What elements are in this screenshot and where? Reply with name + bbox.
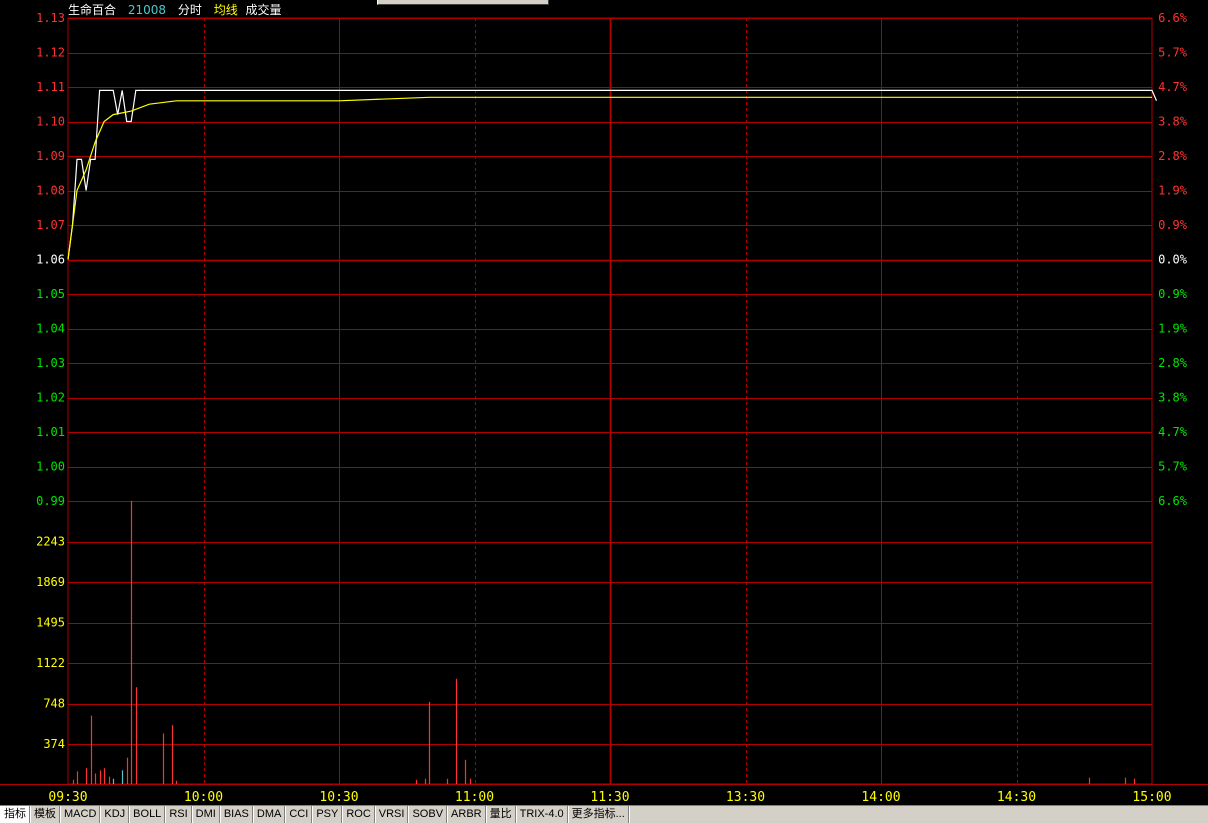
chart-header: 生命百合 21008 分时 均线 成交量 <box>68 3 290 17</box>
tab-12[interactable]: VRSI <box>374 806 409 823</box>
percent-axis-label: 0.0% <box>1158 253 1188 267</box>
tab-13[interactable]: SOBV <box>408 806 448 823</box>
price-axis-label: 1.12 <box>36 46 65 60</box>
percent-axis-label: 4.7% <box>1158 80 1188 94</box>
tab-7[interactable]: BIAS <box>219 806 253 823</box>
tab-11[interactable]: ROC <box>342 806 375 823</box>
tab-10[interactable]: PSY <box>312 806 343 823</box>
tab-0[interactable]: 指标 <box>0 806 30 823</box>
tab-3[interactable]: KDJ <box>100 806 130 823</box>
volume-axis-label: 374 <box>43 737 65 751</box>
stock-name: 生命百合 <box>68 3 117 17</box>
volume-axis-label: 1869 <box>36 575 65 589</box>
time-axis-label: 10:30 <box>319 790 358 805</box>
price-axis-label: 1.06 <box>36 253 65 267</box>
price-axis-label: 1.08 <box>36 184 65 198</box>
time-axis-label: 11:30 <box>590 790 629 805</box>
price-axis-label: 1.09 <box>36 149 65 163</box>
price-axis-label: 1.00 <box>36 460 65 474</box>
time-axis-label: 11:00 <box>455 790 494 805</box>
tab-5[interactable]: RSI <box>165 806 192 823</box>
volume-axis-label: 1495 <box>36 616 65 630</box>
percent-axis-label: 6.6% <box>1158 494 1188 508</box>
time-axis-label: 13:30 <box>726 790 765 805</box>
intraday-chart-window: 1.13 1.12 1.11 1.10 1.09 1.08 1.07 1.06 1.05 1.04… <box>0 0 1208 823</box>
percent-axis-label: 1.9% <box>1158 322 1188 336</box>
tab-1[interactable]: 模板 <box>30 806 60 823</box>
tab-15[interactable]: 量比 <box>485 806 516 823</box>
price-axis-label: 1.05 <box>36 287 65 301</box>
percent-axis-label: 0.9% <box>1158 287 1188 301</box>
tab-2[interactable]: MACD <box>60 806 101 823</box>
percent-axis-label: 6.6% <box>1158 11 1188 25</box>
time-axis-label: 15:00 <box>1132 790 1171 805</box>
tab-9[interactable]: CCI <box>285 806 313 823</box>
price-axis-label: 1.11 <box>36 80 65 94</box>
percent-axis-label: 5.7% <box>1158 46 1188 60</box>
time-axis-label: 14:30 <box>997 790 1036 805</box>
time-axis-label: 09:30 <box>48 790 87 805</box>
volume-axis-label: 1122 <box>36 656 65 670</box>
price-axis-label: 1.03 <box>36 356 65 370</box>
tab-bar-filler <box>628 806 1208 823</box>
price-axis-label: 1.07 <box>36 218 65 232</box>
price-axis-label: 1.04 <box>36 322 65 336</box>
tab-16[interactable]: TRIX-4.0 <box>515 806 568 823</box>
tab-6[interactable]: DMI <box>191 806 220 823</box>
volume-axis-label: 2243 <box>36 535 65 549</box>
chart-mode-label: 分时 <box>177 3 202 17</box>
stock-code: 21008 <box>127 3 167 17</box>
price-axis-label: 1.10 <box>36 115 65 129</box>
tab-4[interactable]: BOLL <box>129 806 166 823</box>
volume-label: 成交量 <box>245 3 282 17</box>
percent-axis-label: 5.7% <box>1158 460 1188 474</box>
percent-axis-label: 3.8% <box>1158 391 1188 405</box>
time-axis-label: 14:00 <box>861 790 900 805</box>
percent-axis-label: 1.9% <box>1158 184 1188 198</box>
time-axis-label: 10:00 <box>184 790 223 805</box>
price-axis-label: 1.02 <box>36 391 65 405</box>
intraday-chart[interactable]: 1.13 1.12 1.11 1.10 1.09 1.08 1.07 1.06 1.05 1.04… <box>0 0 1208 805</box>
price-axis-label: 1.01 <box>36 425 65 439</box>
percent-axis-label: 3.8% <box>1158 115 1188 129</box>
price-axis-label: 1.13 <box>36 11 65 25</box>
percent-axis-label: 2.8% <box>1158 356 1188 370</box>
tab-17[interactable]: 更多指标... <box>567 806 629 823</box>
percent-axis-label: 4.7% <box>1158 425 1188 439</box>
percent-axis-label: 2.8% <box>1158 149 1188 163</box>
tab-8[interactable]: DMA <box>252 806 286 823</box>
volume-axis-label: 748 <box>43 697 65 711</box>
price-line <box>67 89 1158 260</box>
percent-axis-label: 0.9% <box>1158 218 1188 232</box>
indicator-tab-bar: 指标 模板 MACD KDJ BOLL RSI DMI BIAS DMA CCI PSY ROC VRS… <box>0 805 1208 823</box>
avg-line-label: 均线 <box>213 3 238 17</box>
tab-14[interactable]: ARBR <box>447 806 486 823</box>
price-axis-label: 0.99 <box>36 494 65 508</box>
